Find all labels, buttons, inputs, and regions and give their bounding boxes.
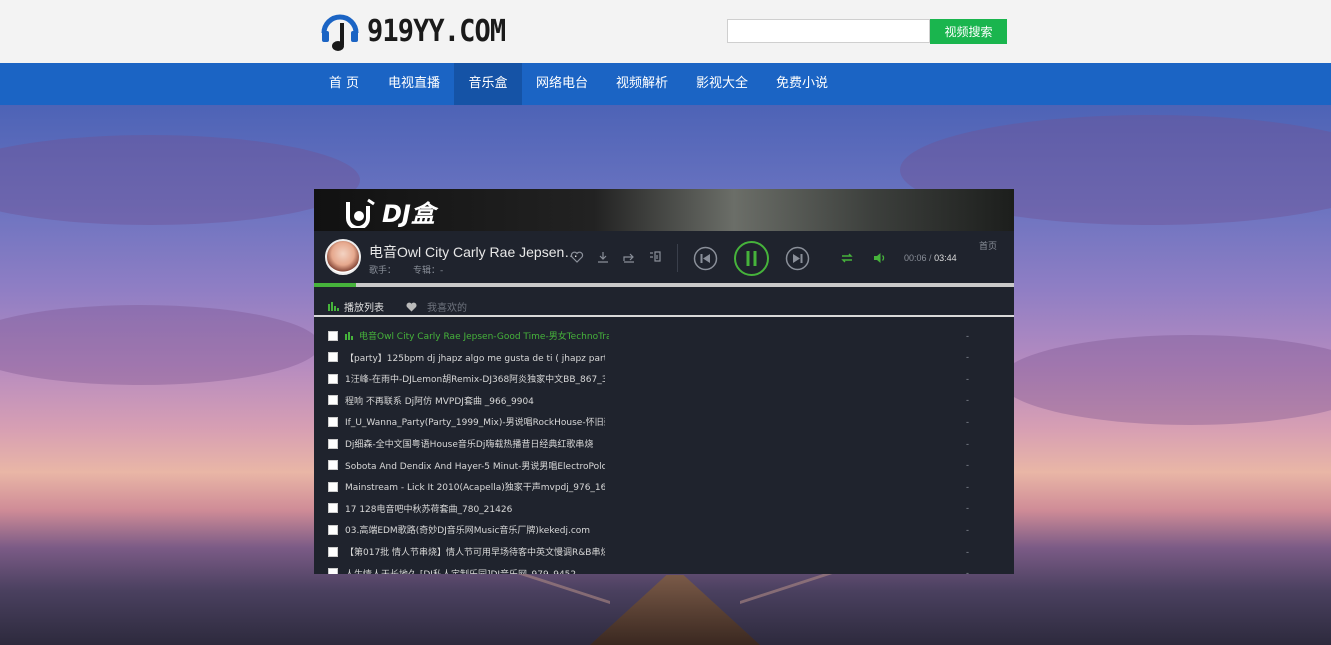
player-home-link[interactable]: 首页: [979, 239, 997, 252]
playlist-item-artist: -: [966, 481, 969, 492]
volume-icon[interactable]: [872, 250, 888, 266]
playlist-item-artist: -: [966, 352, 969, 363]
playlist-item-artist: -: [966, 438, 969, 449]
time-separator: /: [929, 253, 932, 263]
lyrics-icon[interactable]: [647, 249, 663, 265]
time-total: 03:44: [934, 253, 957, 263]
album-avatar: [325, 239, 361, 275]
playlist-item-title: Sobota And Dendix And Hayer-5 Minut-男说男唱…: [345, 461, 605, 472]
headphone-logo-icon: [321, 14, 359, 51]
tab-playlist[interactable]: 播放列表: [328, 299, 384, 314]
download-icon[interactable]: [595, 249, 611, 265]
playlist-item-title: 【第017批 情人节串烧】情人节可用早场待客中英文慢调R&B串烧 (: [345, 548, 605, 558]
now-playing-icon: [345, 331, 353, 340]
repeat-icon[interactable]: [839, 250, 855, 266]
playlist-item[interactable]: 【第017批 情人节串烧】情人节可用早场待客中英文慢调R&B串烧 ( -: [314, 541, 1014, 562]
playlist-item-artist: -: [966, 330, 969, 341]
playlist-item-title: 17 128电音吧中秋苏荷套曲_780_21426: [345, 504, 513, 515]
playlist-item-artist: -: [966, 503, 969, 514]
now-playing-title: 电音Owl City Carly Rae Jepsen-Good Time-男女…: [369, 244, 579, 260]
playlist-item-checkbox[interactable]: [328, 330, 338, 341]
favorite-icon[interactable]: [569, 249, 585, 265]
playlist-item[interactable]: Dj细森-全中文国粤语House音乐Dj嗨载热播昔日经典红歌串烧 -: [314, 433, 1014, 454]
playlist-item-artist: -: [966, 395, 969, 406]
video-search-button[interactable]: 视频搜索: [930, 19, 1007, 44]
nav-item-home[interactable]: 首 页: [314, 63, 374, 105]
playlist-item[interactable]: 程响 不再联系 Dj阿仿 MVPDJ套曲 _966_9904 -: [314, 390, 1014, 411]
site-header: 919YY.COM 视频搜索: [0, 0, 1331, 63]
playlist-item-checkbox[interactable]: [328, 373, 338, 384]
playlist-item-title: Mainstream - Lick It 2010(Acapella)独家干声m…: [345, 483, 605, 494]
playlist-item-title: 人生情人天长地久 [DJ私人定制乐园]DJ音乐网_979_9452: [345, 567, 605, 574]
playlist-item-checkbox[interactable]: [328, 503, 338, 514]
time-current: 00:06: [904, 253, 927, 263]
dj-logo-icon: [346, 198, 375, 228]
playlist-item[interactable]: 1汪峰-在雨中-DJLemon胡Remix-DJ368阿炎独家中文BB_867_…: [314, 368, 1014, 389]
playlist-item[interactable]: Sobota And Dendix And Hayer-5 Minut-男说男唱…: [314, 455, 1014, 476]
playlist-item-artist: -: [966, 416, 969, 427]
playlist-item-artist: -: [966, 546, 969, 557]
playlist-item-checkbox[interactable]: [328, 352, 338, 363]
share-icon[interactable]: [621, 249, 637, 265]
playlist-item-artist: -: [966, 373, 969, 384]
dj-box-logo: DJ盒: [344, 194, 435, 229]
playlist-item-checkbox[interactable]: [328, 546, 338, 557]
bars-icon: [328, 302, 339, 311]
playlist-item[interactable]: 03.高端EDM歌路(奇妙DJ音乐网Music音乐厂牌)kekedj.com -: [314, 519, 1014, 540]
nav-item-radio[interactable]: 网络电台: [522, 63, 602, 105]
player-banner: DJ盒: [314, 189, 1014, 231]
dj-music-player: DJ盒 电音Owl City Carly Rae Jepsen-Good Tim…: [314, 189, 1014, 574]
nav-item-tv-live[interactable]: 电视直播: [374, 63, 454, 105]
singer-label: 歌手：: [369, 266, 397, 276]
playlist-item-title: If_U_Wanna_Party(Party_1999_Mix)-男说唱Rock…: [345, 418, 605, 429]
playlist-item-checkbox[interactable]: [328, 481, 338, 492]
playlist-item[interactable]: If_U_Wanna_Party(Party_1999_Mix)-男说唱Rock…: [314, 411, 1014, 432]
site-logo[interactable]: 919YY.COM: [319, 8, 521, 54]
heart-icon: [406, 302, 417, 311]
playlist-item-artist: -: [966, 524, 969, 535]
playlist-item[interactable]: 17 128电音吧中秋苏荷套曲_780_21426 -: [314, 498, 1014, 519]
dj-box-brand: DJ盒: [382, 200, 435, 228]
controls-divider: [677, 244, 678, 272]
playlist-item-title: 【party】125bpm dj jhapz algo me gusta de …: [345, 353, 605, 364]
playlist-item-artist: -: [966, 460, 969, 471]
playlist-item[interactable]: 【party】125bpm dj jhapz algo me gusta de …: [314, 347, 1014, 368]
wooden-pier: [590, 575, 760, 645]
playlist-item[interactable]: Mainstream - Lick It 2010(Acapella)独家干声m…: [314, 476, 1014, 497]
player-tabs: 播放列表 我喜欢的: [314, 287, 1014, 317]
cloud: [0, 135, 360, 225]
tab-favorites-label: 我喜欢的: [427, 303, 467, 314]
nav-item-video-parse[interactable]: 视频解析: [602, 63, 682, 105]
playlist-item[interactable]: 人生情人天长地久 [DJ私人定制乐园]DJ音乐网_979_9452 -: [314, 563, 1014, 574]
tab-playlist-label: 播放列表: [344, 303, 384, 314]
pause-button-icon[interactable]: [733, 240, 770, 277]
player-controls: 电音Owl City Carly Rae Jepsen-Good Time-男女…: [314, 231, 1014, 285]
cloud: [0, 305, 320, 385]
playlist-item-title: 程响 不再联系 Dj阿仿 MVPDJ套曲 _966_9904: [345, 396, 534, 407]
playlist-item-title: 电音Owl City Carly Rae Jepsen-Good Time-男女…: [359, 332, 609, 342]
nav-item-movies[interactable]: 影视大全: [682, 63, 762, 105]
playlist-item-artist: -: [966, 568, 969, 574]
tab-favorites[interactable]: 我喜欢的: [406, 299, 467, 314]
previous-track-icon[interactable]: [693, 246, 718, 271]
cloud: [1000, 335, 1331, 425]
nav-item-novels[interactable]: 免费小说: [762, 63, 842, 105]
playlist-item-checkbox[interactable]: [328, 438, 338, 449]
nav-item-music-box[interactable]: 音乐盒: [454, 63, 522, 105]
playlist-item-title: 03.高端EDM歌路(奇妙DJ音乐网Music音乐厂牌)kekedj.com: [345, 526, 591, 537]
playlist-item-checkbox[interactable]: [328, 395, 338, 406]
logo-text: 919YY.COM: [367, 13, 506, 49]
time-display: 00:06 / 03:44: [904, 253, 957, 263]
video-search-input[interactable]: [727, 19, 930, 43]
playlist-item[interactable]: 电音Owl City Carly Rae Jepsen-Good Time-男女…: [314, 325, 1014, 346]
playlist-item-title: 1汪峰-在雨中-DJLemon胡Remix-DJ368阿炎独家中文BB_867_…: [345, 375, 605, 386]
album-label: 专辑：-: [413, 266, 444, 276]
playlist-item-checkbox[interactable]: [328, 416, 338, 427]
playlist-item-checkbox[interactable]: [328, 524, 338, 535]
playlist-item-checkbox[interactable]: [328, 568, 338, 574]
playlist-item-checkbox[interactable]: [328, 460, 338, 471]
playlist-item-title: Dj细森-全中文国粤语House音乐Dj嗨载热播昔日经典红歌串烧: [345, 440, 594, 450]
main-nav: 首 页 电视直播 音乐盒 网络电台 视频解析 影视大全 免费小说: [0, 63, 1331, 105]
next-track-icon[interactable]: [785, 246, 810, 271]
